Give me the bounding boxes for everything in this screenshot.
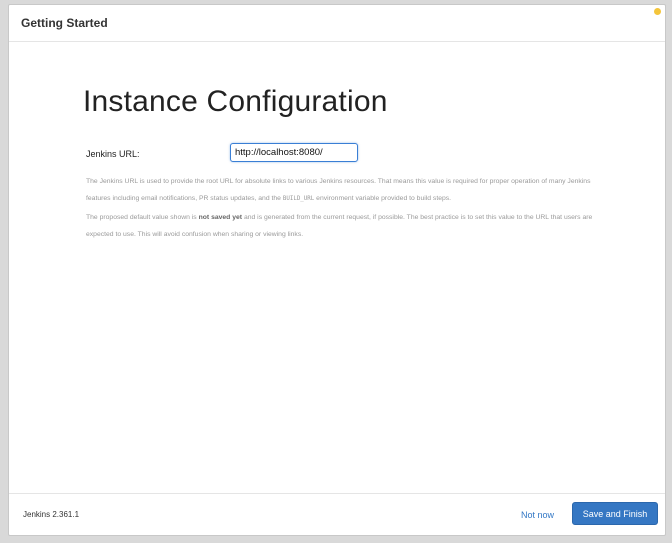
- setup-wizard-dialog: Getting Started Instance Configuration J…: [8, 4, 666, 536]
- not-now-link[interactable]: Not now: [521, 504, 554, 526]
- dialog-title: Getting Started: [21, 16, 108, 30]
- not-saved-emphasis: not saved yet: [198, 213, 243, 221]
- save-and-finish-button[interactable]: Save and Finish: [572, 502, 658, 525]
- help-text-segment: The proposed default value shown is: [86, 213, 199, 221]
- help-text-segment: environment variable provided to build s…: [314, 195, 452, 203]
- dialog-header: Getting Started: [9, 5, 665, 42]
- help-paragraph-1: The Jenkins URL is used to provide the r…: [86, 173, 606, 209]
- page-title: Instance Configuration: [83, 85, 388, 118]
- help-text: The Jenkins URL is used to provide the r…: [86, 173, 606, 243]
- jenkins-url-input[interactable]: [230, 143, 358, 162]
- build-url-code: BUILD_URL: [282, 196, 315, 203]
- jenkins-version: Jenkins 2.361.1: [23, 510, 80, 519]
- dialog-footer: Jenkins 2.361.1 Not now Save and Finish: [9, 493, 665, 535]
- help-paragraph-2: The proposed default value shown is not …: [86, 209, 606, 244]
- dialog-body: Instance Configuration Jenkins URL: The …: [9, 42, 665, 495]
- jenkins-url-label: Jenkins URL:: [86, 149, 140, 159]
